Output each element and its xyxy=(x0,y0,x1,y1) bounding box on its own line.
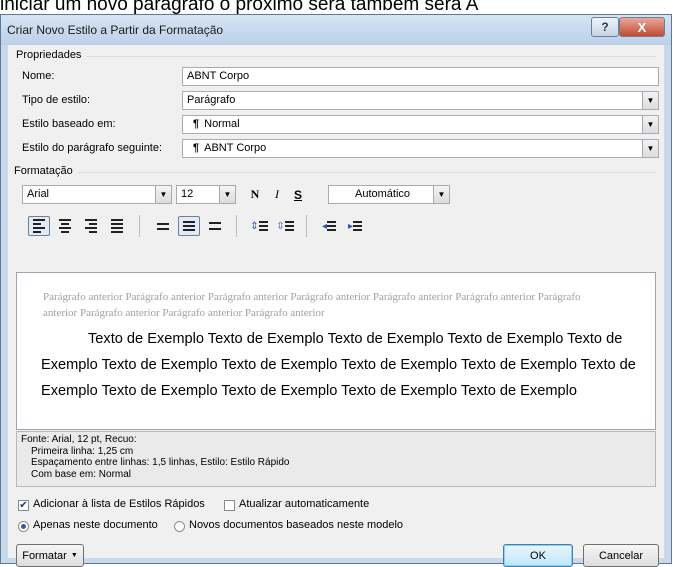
align-center-icon xyxy=(59,217,71,235)
double-spacing-button[interactable] xyxy=(204,216,226,236)
only-this-document-label: Apenas neste documento xyxy=(33,519,158,531)
previous-paragraph-preview: Parágrafo anterior Parágrafo anterior Pa… xyxy=(43,291,581,319)
description-line: Com base em: Normal xyxy=(31,468,132,480)
align-center-button[interactable] xyxy=(54,216,76,236)
font-size-select[interactable]: 12 ▼ xyxy=(176,185,236,204)
paragraph-icon: ¶ xyxy=(193,142,200,154)
style-description: Fonte: Arial, 12 pt, Recuo: Primeira lin… xyxy=(16,431,656,487)
paragraph-icon: ¶ xyxy=(193,118,200,130)
double-spacing-icon xyxy=(209,218,221,234)
add-quick-styles-label: Adicionar à lista de Estilos Rápidos xyxy=(33,498,205,510)
increase-space-before-button[interactable]: ⇕ xyxy=(248,216,270,236)
dialog-body: Propriedades Nome: ABNT Corpo Tipo de es… xyxy=(8,45,664,567)
separator xyxy=(139,215,140,237)
chevron-down-icon[interactable]: ▼ xyxy=(155,186,171,203)
bold-button[interactable]: N xyxy=(246,185,264,204)
background-document-text: iniciar um novo parágrafo o próximo será… xyxy=(0,0,479,14)
dialog-title: Criar Novo Estilo a Partir da Formatação xyxy=(7,23,224,37)
increase-indent-button[interactable]: ▸ xyxy=(344,216,366,236)
create-style-dialog: Criar Novo Estilo a Partir da Formatação… xyxy=(0,14,672,567)
align-right-button[interactable] xyxy=(80,216,102,236)
name-label: Nome: xyxy=(22,70,55,82)
chevron-down-icon[interactable]: ▼ xyxy=(642,140,658,157)
properties-section-label: Propriedades xyxy=(16,49,82,61)
new-documents-label: Novos documentos baseados neste modelo xyxy=(189,519,404,531)
title-bar: Criar Novo Estilo a Partir da Formatação… xyxy=(1,15,671,45)
font-select[interactable]: Arial ▼ xyxy=(22,185,172,204)
next-style-select[interactable]: ¶ ABNT Corpo ▼ xyxy=(182,139,659,158)
auto-update-checkbox[interactable] xyxy=(224,500,235,511)
space-after-icon: ⇳ xyxy=(276,220,285,232)
font-size-value: 12 xyxy=(181,188,194,200)
divider xyxy=(86,56,656,57)
single-spacing-icon xyxy=(157,220,169,233)
format-button[interactable]: Formatar ▼ xyxy=(16,544,84,567)
separator xyxy=(306,215,307,237)
font-value: Arial xyxy=(27,188,50,200)
style-preview: Parágrafo anterior Parágrafo anterior Pa… xyxy=(16,272,656,430)
only-this-document-radio[interactable] xyxy=(18,521,29,532)
divider xyxy=(78,172,656,173)
align-left-button[interactable] xyxy=(28,216,50,236)
close-button[interactable]: X xyxy=(619,17,665,37)
chevron-down-icon[interactable]: ▼ xyxy=(219,186,235,203)
ok-button[interactable]: OK xyxy=(503,544,573,567)
align-left-icon xyxy=(33,217,45,235)
sample-text-preview: Texto de Exemplo Texto de Exemplo Texto … xyxy=(41,331,636,399)
new-documents-radio[interactable] xyxy=(174,521,185,532)
decrease-indent-button[interactable]: ◂ xyxy=(318,216,340,236)
format-button-label: Formatar xyxy=(22,549,67,562)
name-input[interactable]: ABNT Corpo xyxy=(182,67,659,86)
style-type-value: Parágrafo xyxy=(187,94,236,106)
style-type-select[interactable]: Parágrafo ▼ xyxy=(182,91,659,110)
underline-button[interactable]: S xyxy=(289,185,307,204)
based-on-value: Normal xyxy=(204,118,240,130)
next-style-label: Estilo do parágrafo seguinte: xyxy=(22,142,163,154)
based-on-select[interactable]: ¶ Normal ▼ xyxy=(182,115,659,134)
single-spacing-button[interactable] xyxy=(152,216,174,236)
help-button[interactable]: ? xyxy=(591,17,619,37)
chevron-down-icon[interactable]: ▼ xyxy=(642,116,658,133)
chevron-down-icon[interactable]: ▼ xyxy=(433,186,449,203)
one-and-half-spacing-button[interactable] xyxy=(178,216,200,236)
decrease-space-before-button[interactable]: ⇳ xyxy=(274,216,296,236)
based-on-label: Estilo baseado em: xyxy=(22,118,116,130)
add-quick-styles-checkbox[interactable]: ✔ xyxy=(18,500,29,511)
formatting-section-label: Formatação xyxy=(14,165,73,177)
separator xyxy=(236,215,237,237)
align-right-icon xyxy=(85,217,97,235)
description-line: Fonte: Arial, 12 pt, Recuo: xyxy=(21,434,137,445)
style-type-label: Tipo de estilo: xyxy=(22,94,91,106)
auto-update-label: Atualizar automaticamente xyxy=(239,498,370,510)
next-style-value: ABNT Corpo xyxy=(204,142,267,154)
italic-button[interactable]: I xyxy=(268,185,286,204)
description-line: Primeira linha: 1,25 cm xyxy=(31,445,134,457)
space-before-icon: ⇕ xyxy=(250,220,259,232)
justify-icon xyxy=(111,217,123,235)
cancel-button[interactable]: Cancelar xyxy=(583,544,659,567)
font-color-select[interactable]: Automático ▼ xyxy=(328,185,450,204)
one-and-half-spacing-icon xyxy=(183,219,195,233)
font-color-value: Automático xyxy=(355,188,411,200)
description-line: Espaçamento entre linhas: 1,5 linhas, Es… xyxy=(31,457,290,468)
chevron-down-icon: ▼ xyxy=(70,552,78,559)
justify-button[interactable] xyxy=(106,216,128,236)
chevron-down-icon[interactable]: ▼ xyxy=(642,92,658,109)
